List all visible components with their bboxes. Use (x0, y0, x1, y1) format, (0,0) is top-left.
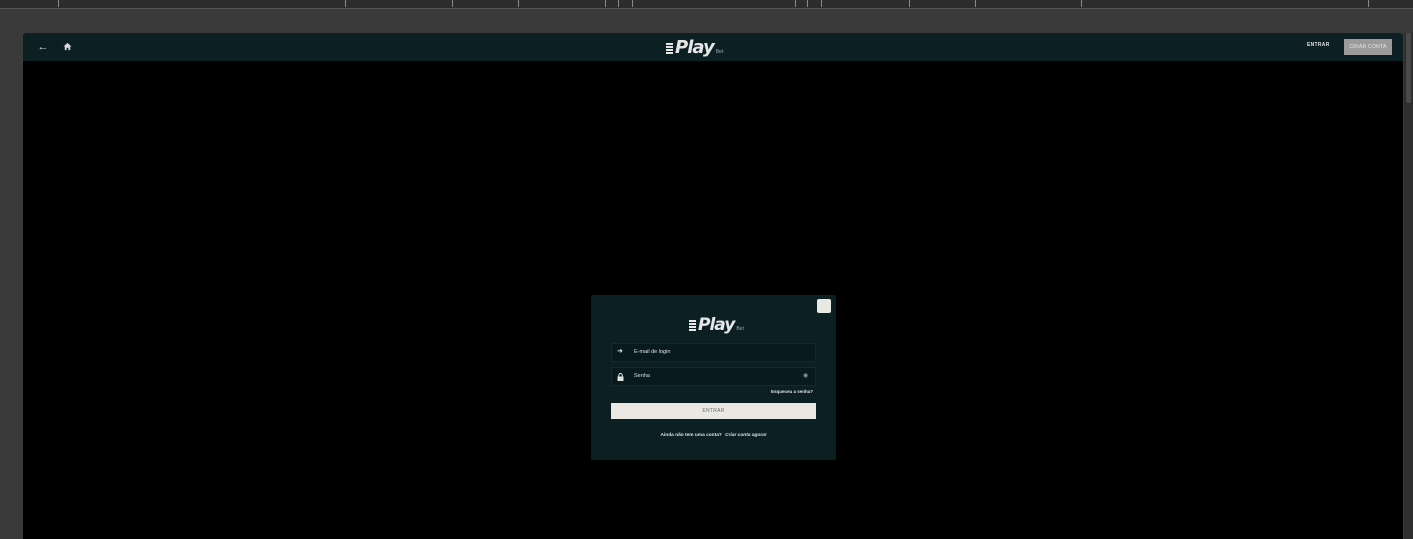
top-header: ← Play Bet ENTRAR CRIAR CONTA (23, 33, 1403, 61)
page-scrollbar[interactable] (1404, 33, 1413, 539)
signup-prompt: Ainda não tem uma conta? Criar conta ago… (591, 433, 836, 438)
login-submit-button[interactable]: ENTRAR (611, 403, 816, 419)
arrow-left-icon: ← (37, 41, 49, 53)
strip-divider (452, 0, 453, 7)
strip-divider (518, 0, 519, 7)
login-arrow-icon: ➜ (617, 348, 623, 355)
strip-divider (821, 0, 822, 7)
forgot-password-link[interactable]: Esqueceu a senha? (771, 389, 813, 394)
password-input[interactable] (634, 373, 794, 379)
login-modal: Play Bet ➜ ◉ Esqueceu a senha? ENTRAR Ai… (591, 295, 836, 460)
logo-word: Play (698, 315, 735, 335)
close-button[interactable] (817, 299, 831, 313)
strip-divider (605, 0, 606, 7)
email-input[interactable] (634, 349, 794, 355)
strip-divider (807, 0, 808, 7)
modal-logo: Play Bet (689, 315, 744, 335)
home-button[interactable] (58, 39, 76, 55)
strip-divider (909, 0, 910, 7)
strip-divider (618, 0, 619, 7)
logo-sub: Bet (736, 326, 744, 332)
logo-sub: Bet (715, 49, 724, 55)
no-account-text: Ainda não tem uma conta? (660, 433, 722, 438)
eye-icon[interactable]: ◉ (803, 372, 808, 379)
browser-top-strip (0, 0, 1413, 9)
password-field[interactable]: ◉ (611, 367, 816, 386)
strip-divider (975, 0, 976, 7)
logo-mark-icon (666, 43, 673, 55)
lock-icon (617, 373, 624, 381)
header-create-account-button[interactable]: CRIAR CONTA (1344, 39, 1392, 55)
strip-divider (58, 0, 59, 7)
create-account-link[interactable]: Criar conta agora! (725, 433, 766, 438)
strip-divider (1081, 0, 1082, 7)
strip-divider (632, 0, 633, 7)
back-button[interactable]: ← (34, 39, 52, 55)
strip-divider (1368, 0, 1369, 7)
email-field[interactable]: ➜ (611, 343, 816, 362)
header-login-button[interactable]: ENTRAR (1307, 42, 1330, 48)
strip-divider (345, 0, 346, 7)
header-logo[interactable]: Play Bet (666, 36, 723, 58)
strip-divider (795, 0, 796, 7)
scrollbar-thumb[interactable] (1406, 33, 1411, 103)
logo-word: Play (675, 37, 715, 58)
home-icon (62, 42, 72, 51)
app-window: ← Play Bet ENTRAR CRIAR CONTA Play Bet ➜ (23, 33, 1403, 539)
logo-mark-icon (689, 320, 696, 332)
